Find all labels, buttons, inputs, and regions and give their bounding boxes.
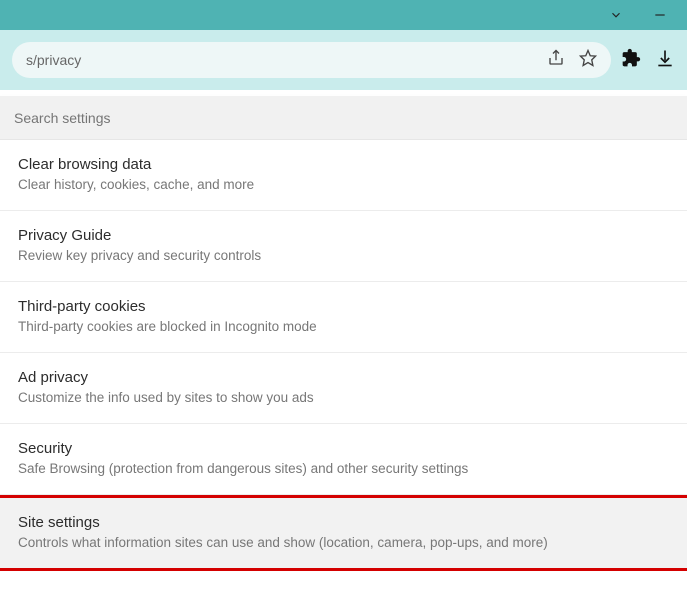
item-desc: Safe Browsing (protection from dangerous… [18,461,669,476]
download-icon[interactable] [655,48,675,73]
item-desc: Controls what information sites can use … [18,535,669,550]
item-title: Security [18,440,669,457]
item-security[interactable]: Security Safe Browsing (protection from … [0,424,687,495]
address-bar[interactable]: s/privacy [12,42,611,78]
item-ad-privacy[interactable]: Ad privacy Customize the info used by si… [0,353,687,424]
item-clear-browsing-data[interactable]: Clear browsing data Clear history, cooki… [0,140,687,211]
item-site-settings[interactable]: Site settings Controls what information … [0,495,687,571]
item-title: Ad privacy [18,369,669,386]
search-input[interactable] [14,110,673,126]
item-third-party-cookies[interactable]: Third-party cookies Third-party cookies … [0,282,687,353]
url-action-icons [547,49,597,72]
window-titlebar [0,0,687,30]
chevron-down-icon[interactable] [609,8,623,22]
item-title: Privacy Guide [18,227,669,244]
search-section [0,90,687,140]
url-text: s/privacy [26,52,81,68]
search-settings-bar[interactable] [0,96,687,140]
browser-toolbar: s/privacy [0,30,687,90]
item-desc: Clear history, cookies, cache, and more [18,177,669,192]
extensions-icon[interactable] [621,48,641,73]
item-desc: Third-party cookies are blocked in Incog… [18,319,669,334]
item-privacy-guide[interactable]: Privacy Guide Review key privacy and sec… [0,211,687,282]
item-desc: Customize the info used by sites to show… [18,390,669,405]
share-icon[interactable] [547,49,565,72]
item-title: Site settings [18,514,669,531]
minimize-icon[interactable] [653,8,667,22]
settings-list: Clear browsing data Clear history, cooki… [0,140,687,571]
item-desc: Review key privacy and security controls [18,248,669,263]
star-icon[interactable] [579,49,597,72]
item-title: Third-party cookies [18,298,669,315]
item-title: Clear browsing data [18,156,669,173]
toolbar-right [621,48,675,73]
